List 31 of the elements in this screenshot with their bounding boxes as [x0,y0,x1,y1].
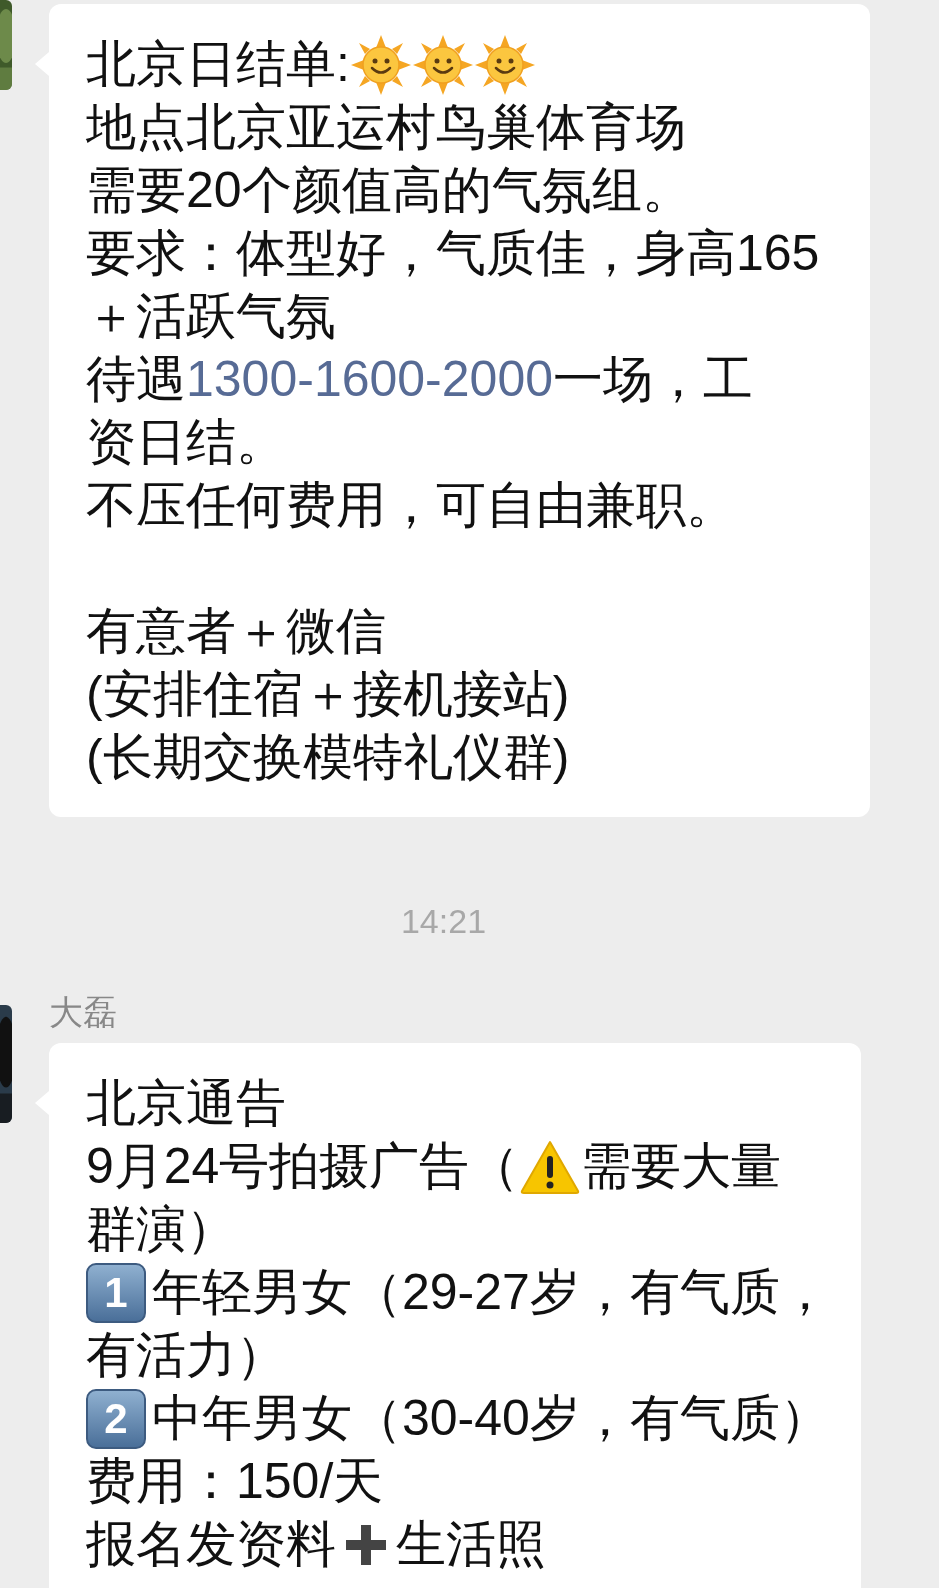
message-text: 北京通告 [86,1074,286,1133]
phone-link[interactable]: 1300-1600-2000 [186,348,553,411]
message-text: 资日结。 [86,413,286,472]
message-text: 需要20个颜值高的气氛组。 [86,161,692,220]
message-text: 有意者＋微信 [86,602,386,661]
warning-icon [519,1138,582,1195]
message-text: 有活力） [86,1326,286,1385]
timestamp: 14:21 [400,901,487,941]
message-text: 要求：体型好，气质佳，身高165 [86,224,820,283]
sun-face-icon [411,33,474,96]
message-text: 9月24号拍摄广告（ [86,1137,520,1196]
message-text: 中年男女（30-40岁，有气质） [152,1389,830,1448]
number-badge: 2 [86,1388,146,1449]
message-text: 年轻男女（29-27岁，有气质， [152,1263,830,1322]
sun-face-icon [473,33,536,96]
sender-name: 大磊 [49,992,118,1032]
message-text: ＋活跃气氛 [86,287,336,346]
message-text: 一场，工 [553,350,753,409]
message-text: 待遇 [86,350,186,409]
message-text: 不压任何费用，可自由兼职。 [86,476,736,535]
message-text: 报名发资料 [86,1515,336,1574]
number-badge: 1 [86,1262,146,1323]
message-text: 北京日结单: [86,35,350,94]
sun-face-icon [349,33,412,96]
message-text: 需要大量 [581,1137,782,1196]
message-text: (安排住宿＋接机接站) [86,665,570,724]
message-text: 地点北京亚运村鸟巢体育场 [86,98,686,157]
message-text: 群演） [86,1200,236,1259]
message-text: (长期交换模特礼仪群) [86,728,570,787]
message-text: 费用：150/天 [86,1452,384,1511]
message-text: 生活照 [396,1515,546,1574]
